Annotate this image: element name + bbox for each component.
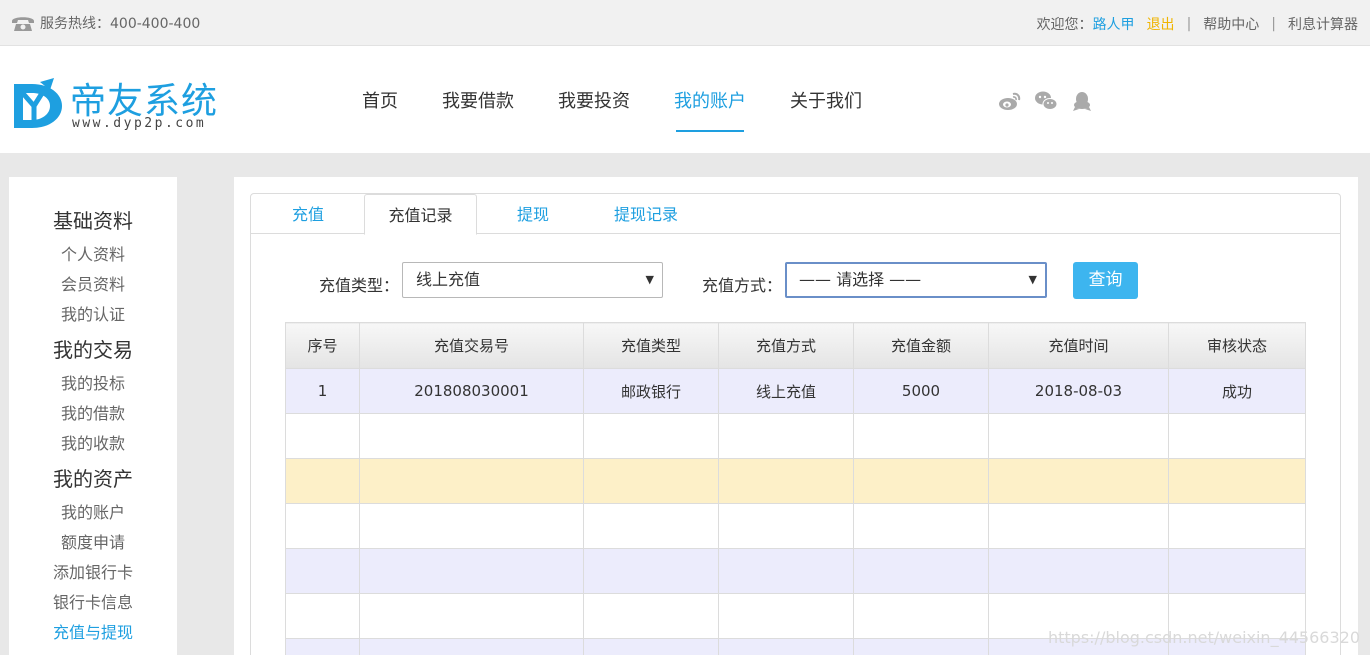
column-header[interactable]: 充值方式 xyxy=(718,322,854,369)
recharge-records-table: 序号 充值交易号 充值类型 充值方式 充值金额 充值时间 审核状态 1 2018… xyxy=(285,322,1306,655)
sidebar-item-my-account[interactable]: 我的账户 xyxy=(9,498,177,528)
sidebar-item-my-loans[interactable]: 我的借款 xyxy=(9,399,177,429)
logout-link[interactable]: 退出 xyxy=(1147,14,1175,34)
nav-about-us[interactable]: 关于我们 xyxy=(768,46,884,153)
social-links xyxy=(998,90,1094,112)
top-right-links: 欢迎您： 路人甲 退出 | 帮助中心 | 利息计算器 xyxy=(1037,14,1358,34)
interest-calculator-link[interactable]: 利息计算器 xyxy=(1288,14,1358,34)
table-row-empty xyxy=(285,503,1306,549)
table-cell: 5000 xyxy=(853,368,989,414)
table-row[interactable]: 1 201808030001 邮政银行 线上充值 5000 2018-08-03… xyxy=(285,368,1306,414)
recharge-method-select[interactable]: —— 请选择 —— ▼ xyxy=(785,262,1047,298)
tab-bar: 充值 充值记录 提现 提现记录 xyxy=(251,194,1340,235)
nav-my-account[interactable]: 我的账户 xyxy=(652,46,768,153)
table-cell: 邮政银行 xyxy=(583,368,719,414)
table-header-row: 序号 充值交易号 充值类型 充值方式 充值金额 充值时间 审核状态 xyxy=(285,322,1306,369)
sidebar-item-member-info[interactable]: 会员资料 xyxy=(9,270,177,300)
weibo-icon[interactable] xyxy=(998,90,1022,112)
separator: | xyxy=(1271,16,1276,32)
column-header[interactable]: 序号 xyxy=(285,322,360,369)
sidebar-item-bank-card-info[interactable]: 银行卡信息 xyxy=(9,588,177,618)
nav-invest[interactable]: 我要投资 xyxy=(536,46,652,153)
logo-url: www.dyp2p.com xyxy=(72,116,207,131)
sidebar-item-credit-application[interactable]: 额度申请 xyxy=(9,528,177,558)
table-row-empty xyxy=(285,413,1306,459)
dropdown-arrow-icon: ▼ xyxy=(645,273,654,286)
logo[interactable]: 帝友系统 www.dyp2p.com xyxy=(10,76,230,134)
qq-icon[interactable] xyxy=(1070,90,1094,112)
sidebar-item-recharge-withdraw[interactable]: 充值与提现 xyxy=(9,618,177,648)
top-bar: 服务热线：400-400-400 欢迎您： 路人甲 退出 | 帮助中心 | 利息… xyxy=(0,0,1370,46)
main-nav: 首页 我要借款 我要投资 我的账户 关于我们 xyxy=(340,46,884,153)
recharge-type-select[interactable]: 线上充值 ▼ xyxy=(402,262,663,298)
query-button[interactable]: 查询 xyxy=(1073,262,1138,299)
separator: | xyxy=(1186,16,1192,32)
table-cell: 2018-08-03 xyxy=(988,368,1169,414)
table-cell: 成功 xyxy=(1168,368,1306,414)
username-link[interactable]: 路人甲 xyxy=(1093,14,1135,34)
column-header[interactable]: 审核状态 xyxy=(1168,322,1306,369)
nav-borrow[interactable]: 我要借款 xyxy=(420,46,536,153)
welcome-label: 欢迎您： xyxy=(1036,17,1093,33)
sidebar-item-my-verification[interactable]: 我的认证 xyxy=(9,300,177,330)
nav-home[interactable]: 首页 xyxy=(340,46,420,153)
table-row-empty xyxy=(285,458,1306,504)
sidebar-group-title: 我的交易 xyxy=(53,338,133,362)
hotline: 服务热线：400-400-400 xyxy=(10,13,200,33)
column-header[interactable]: 充值交易号 xyxy=(359,322,584,369)
recharge-panel: 充值 充值记录 提现 提现记录 充值类型： 线上充值 ▼ 充值方式： —— 请选… xyxy=(250,193,1341,655)
column-header[interactable]: 充值金额 xyxy=(853,322,989,369)
sidebar-group-title: 我的资产 xyxy=(53,467,133,491)
sidebar-item-personal-info[interactable]: 个人资料 xyxy=(9,240,177,270)
wechat-icon[interactable] xyxy=(1034,90,1058,112)
watermark: https://blog.csdn.net/weixin_44566320 xyxy=(1047,628,1360,647)
table-cell: 线上充值 xyxy=(718,368,854,414)
logo-mark-icon xyxy=(14,78,62,128)
help-center-link[interactable]: 帮助中心 xyxy=(1203,14,1259,34)
sidebar-item-my-bids[interactable]: 我的投标 xyxy=(9,369,177,399)
table-row-empty xyxy=(285,548,1306,594)
recharge-type-value: 线上充值 xyxy=(416,270,481,289)
hotline-label: 服务热线：400-400-400 xyxy=(40,16,201,32)
tab-withdraw[interactable]: 提现 xyxy=(477,194,589,235)
sidebar: 基础资料 个人资料 会员资料 我的认证 我的交易 我的投标 我的借款 我的收款 … xyxy=(9,177,177,655)
main-content: 充值 充值记录 提现 提现记录 充值类型： 线上充值 ▼ 充值方式： —— 请选… xyxy=(234,177,1358,655)
tab-withdraw-records[interactable]: 提现记录 xyxy=(589,194,703,235)
header: 帝友系统 www.dyp2p.com 首页 我要借款 我要投资 我的账户 关于我… xyxy=(0,46,1370,153)
sidebar-group-title: 基础资料 xyxy=(53,209,133,233)
dropdown-arrow-icon: ▼ xyxy=(1028,273,1037,286)
tab-recharge[interactable]: 充值 xyxy=(251,194,365,235)
table-cell: 201808030001 xyxy=(359,368,584,414)
column-header[interactable]: 充值时间 xyxy=(988,322,1169,369)
recharge-method-value: —— 请选择 —— xyxy=(799,270,922,289)
phone-icon xyxy=(12,17,34,31)
sidebar-item-add-bank-card[interactable]: 添加银行卡 xyxy=(9,558,177,588)
recharge-method-label: 充值方式： xyxy=(702,276,783,295)
sidebar-item-my-receipts[interactable]: 我的收款 xyxy=(9,429,177,459)
table-cell: 1 xyxy=(285,368,360,414)
column-header[interactable]: 充值类型 xyxy=(583,322,719,369)
recharge-type-label: 充值类型： xyxy=(319,276,400,295)
tab-recharge-records[interactable]: 充值记录 xyxy=(364,194,477,235)
